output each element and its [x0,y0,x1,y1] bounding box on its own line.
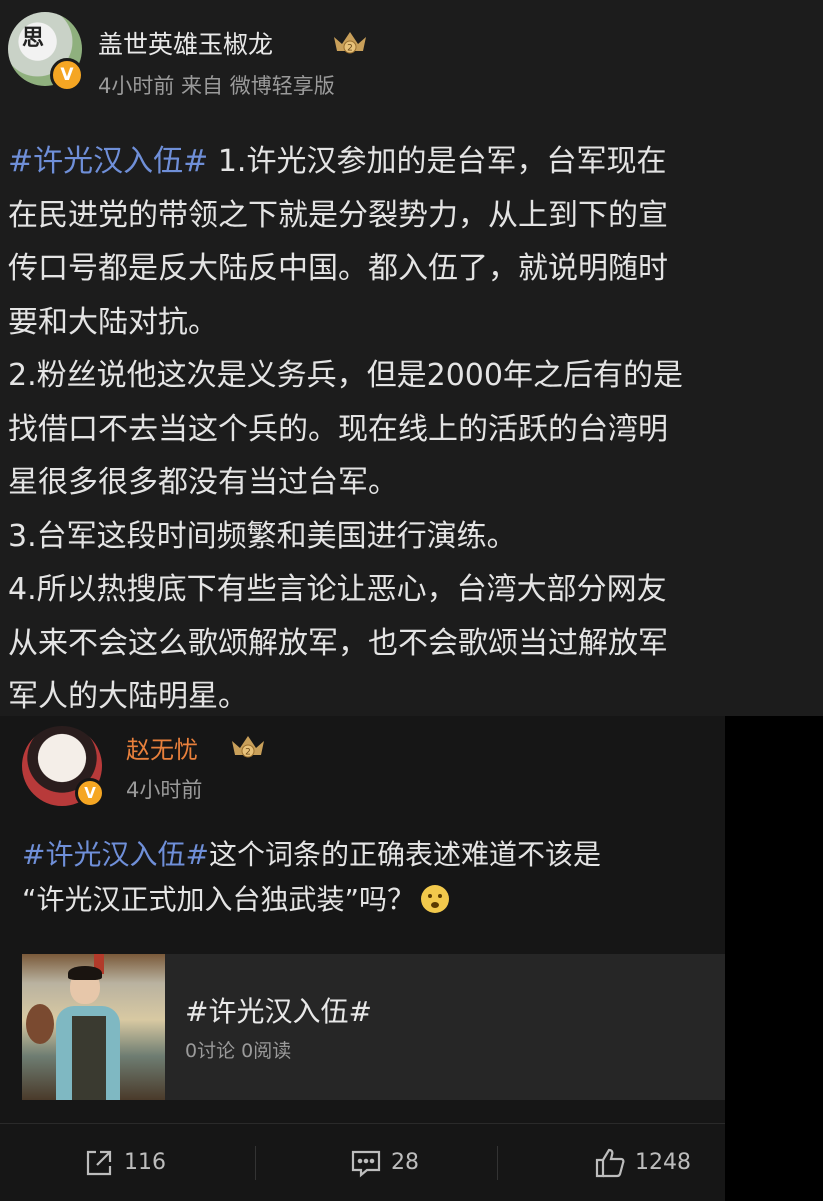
post-body: #许光汉入伍#这个词条的正确表述难道不该是 “许光汉正式加入台独武装”吗？ [22,832,722,922]
comment-count: 28 [391,1150,419,1175]
like-icon [595,1148,625,1177]
repost-button[interactable]: 116 [82,1124,166,1201]
post-meta: 4小时前 [126,778,203,802]
divider [255,1146,256,1180]
divider [497,1146,498,1180]
body-line: #许光汉入伍#这个词条的正确表述难道不该是 [22,832,722,877]
body-line: 2.粉丝说他这次是义务兵，但是2000年之后有的是 [8,358,683,393]
hashtag-link[interactable]: #许光汉入伍# [8,144,208,179]
body-line: 3.台军这段时间频繁和美国进行演练。 [8,518,517,554]
verified-icon: V [75,778,105,808]
post-meta: 4小时前 来自 微博轻享版 [98,74,335,98]
body-line: 4.所以热搜底下有些言论让恶心，台湾大部分网友 [8,572,667,607]
crown-badge-icon: 2 [334,32,366,54]
body-line: #许光汉入伍# 1.许光汉参加的是台军，台军现在 [8,135,813,189]
avatar-glyph: 思 [22,26,45,51]
body-line: 星很多很多都没有当过台军。 [8,465,398,500]
verified-icon: V [50,58,84,92]
body-line: 要和大陆对抗。 [8,304,218,340]
svg-text:2: 2 [245,748,251,758]
original-post: 思 V 盖世英雄玉椒龙 2 4小时前 来自 微博轻享版 #许光汉入伍# 1.许光… [0,0,823,716]
body-line: 找借口不去当这个兵的。现在线上的活跃的台湾明 [8,411,668,447]
body-line: “许光汉正式加入台独武装”吗？ [22,877,722,922]
username[interactable]: 赵无忧 [126,730,198,765]
topic-thumbnail [22,954,165,1100]
thumbnail-person-hair [68,966,102,980]
thumbnail-plant [26,1004,54,1044]
body-text: 1.许光汉参加的是台军，台军现在 [208,144,667,179]
post-body: #许光汉入伍# 1.许光汉参加的是台军，台军现在 在民进党的带领之下就是分裂势力… [8,135,813,724]
topic-title: #许光汉入伍# [185,995,372,1028]
comment-icon [351,1150,381,1177]
hashtag-link[interactable]: #许光汉入伍# [22,838,209,871]
username[interactable]: 盖世英雄玉椒龙 [98,25,273,61]
svg-text:2: 2 [347,44,353,54]
body-line: 传口号都是反大陆反中国。都入伍了，就说明随时 [8,251,668,286]
action-bar: 116 28 1248 [0,1123,725,1201]
crown-badge-icon: 2 [232,736,264,758]
like-count: 1248 [635,1150,691,1175]
topic-card[interactable]: #许光汉入伍# 0讨论 0阅读 [22,954,725,1100]
body-line: 在民进党的带领之下就是分裂势力，从上到下的宣 [8,197,668,233]
like-button[interactable]: 1248 [593,1124,691,1201]
topic-stats: 0讨论 0阅读 [185,1040,292,1062]
emoji-icon [421,885,450,913]
body-line: 从来不会这么歌颂解放军，也不会歌颂当过解放军 [8,625,668,661]
repost-icon [86,1150,112,1175]
repost-count: 116 [124,1150,166,1175]
thumbnail-person-apron [72,1016,106,1100]
body-text: 这个词条的正确表述难道不该是 [208,838,601,871]
comment-button[interactable]: 28 [349,1124,419,1201]
body-text: “许光汉正式加入台独武装”吗？ [22,883,416,916]
